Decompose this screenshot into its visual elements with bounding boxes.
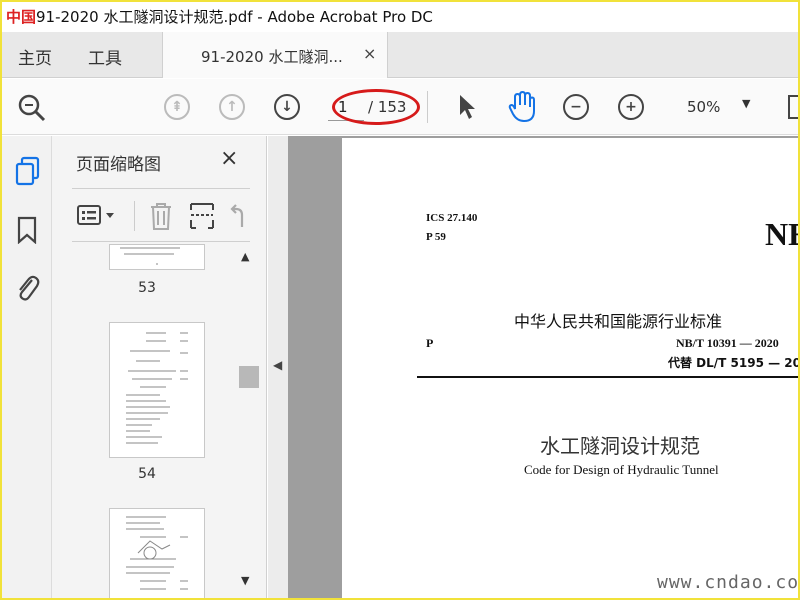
panel-toolbar [72,188,250,242]
select-arrow-icon[interactable] [457,93,477,121]
thumbnail-scrollbar[interactable]: ▲ ▼ [239,244,259,594]
next-page-icon[interactable]: ↓ [274,94,300,120]
tab-tools[interactable]: 工具 [88,44,122,69]
scroll-down-icon[interactable]: ▼ [241,574,249,587]
close-panel-icon[interactable]: × [220,146,238,171]
page-thumbnails-icon[interactable] [15,156,41,186]
annotation-circle [332,89,420,125]
scrollbar-thumb[interactable] [239,366,259,388]
title-english: Code for Design of Hydraulic Tunnel [524,462,719,477]
tab-document-label: 91-2020 水工隧洞... [201,48,343,66]
window-title: 91-2020 水工隧洞设计规范.pdf - Adobe Acrobat Pro… [36,8,433,26]
zoom-value[interactable]: 50% [687,98,720,116]
zoom-out-icon[interactable]: − [563,94,589,120]
first-page-icon[interactable]: ⇞ [164,94,190,120]
scroll-up-icon[interactable]: ▲ [241,250,249,263]
header-rule [417,376,798,378]
delete-icon[interactable] [148,201,174,231]
thumbnail-page-number: 54 [138,466,156,482]
panel-divider [134,201,135,231]
ics-code: ICS 27.140 [426,212,478,224]
title-bar: 中国 91-2020 水工隧洞设计规范.pdf - Adobe Acrobat … [2,2,798,30]
thumbnail-list: 53 54 [52,244,242,598]
extract-icon[interactable] [188,201,216,231]
site-logo: 中国 [6,8,37,26]
watermark: www.cndao.com [657,572,800,593]
panel-title: 页面缩略图 [76,155,161,175]
left-rail [2,136,52,598]
tabs-bar: 主页 工具 91-2020 水工隧洞... × [2,32,798,78]
thumbnail-page[interactable] [109,244,205,270]
nb-mark: NE [765,216,798,252]
pdf-page: ICS 27.140 P 59 NE 中华人民共和国能源行业标准 P NB/T … [342,138,798,599]
hand-icon[interactable] [507,91,537,123]
p-code: P 59 [426,231,446,243]
window-frame: 中国 91-2020 水工隧洞设计规范.pdf - Adobe Acrobat … [0,0,800,600]
thumbnails-panel: 页面缩略图 × 53 54 ▲ ▼ [52,136,267,598]
thumbnail-page[interactable] [109,322,205,458]
tab-document[interactable]: 91-2020 水工隧洞... × [162,32,388,78]
zoom-in-icon[interactable]: + [618,94,644,120]
page-bottom-rule [342,598,798,599]
more-tools-icon[interactable] [788,95,798,119]
issuing-org: 中华人民共和国能源行业标准 [514,312,723,331]
thumbnail-page[interactable] [109,508,205,598]
toolbar: ⇞ ↑ ↓ 1 / 153 − + 50% ▼ [2,79,798,135]
zoom-dropdown-icon[interactable]: ▼ [742,97,750,110]
collapse-arrow-icon: ◀ [273,358,283,372]
toolbar-divider [427,91,428,123]
title-chinese: 水工隧洞设计规范 [540,434,700,458]
tab-home[interactable]: 主页 [18,44,52,69]
replaces-line: 代替 DL/T 5195 — 200 [668,356,798,370]
options-menu-icon[interactable] [76,203,118,227]
zoom-search-icon[interactable] [16,93,48,123]
p-mark: P [426,336,434,350]
bookmark-icon[interactable] [17,216,37,244]
undo-icon[interactable] [228,203,250,229]
thumbnail-page-number: 53 [138,280,156,296]
close-tab-icon[interactable]: × [363,44,376,63]
standard-number: NB/T 10391 — 2020 [676,336,779,350]
attachment-icon[interactable] [14,272,40,302]
collapse-panel-handle[interactable]: ◀ [268,136,288,598]
previous-page-icon[interactable]: ↑ [219,94,245,120]
